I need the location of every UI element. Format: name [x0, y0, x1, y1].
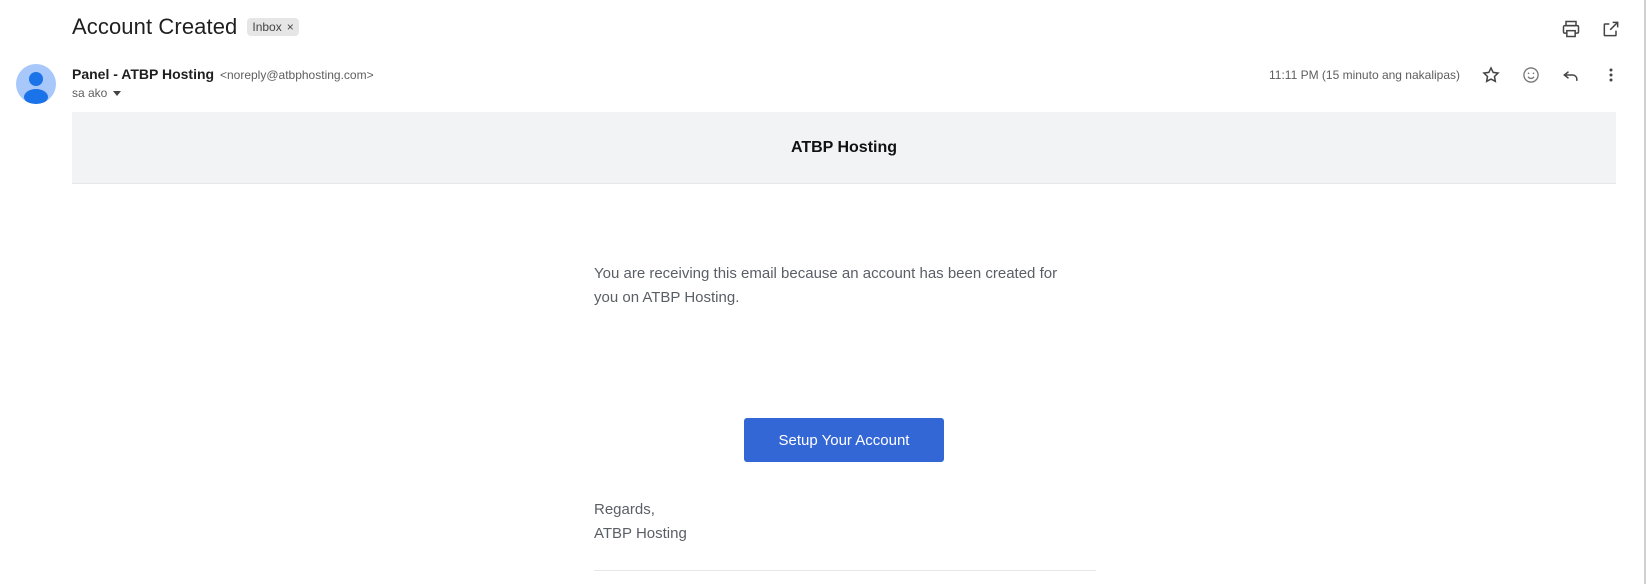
timestamp: 11:11 PM (15 minuto ang nakalipas): [1269, 68, 1460, 82]
footer-divider: [594, 570, 1096, 571]
subject-row: Account Created Inbox ×: [72, 14, 299, 40]
open-in-new-window-icon[interactable]: [1600, 18, 1622, 40]
email-subject: Account Created: [72, 14, 238, 39]
email-view: Account Created Inbox × Panel - ATBP Hos…: [0, 0, 1646, 584]
reply-icon[interactable]: [1560, 64, 1582, 86]
signature-text: ATBP Hosting: [594, 525, 687, 542]
recipient-text: sa ako: [72, 86, 108, 100]
banner-title: ATBP Hosting: [790, 138, 898, 156]
email-body-text: You are receiving this email because an …: [594, 265, 1058, 306]
sender-name[interactable]: Panel - ATBP Hosting: [72, 66, 214, 82]
message-meta: 11:11 PM (15 minuto ang nakalipas): [1269, 64, 1622, 86]
remove-label-icon[interactable]: ×: [287, 20, 294, 34]
sender-block: Panel - ATBP Hosting <noreply@atbphostin…: [72, 66, 374, 100]
regards-block: Regards, ATBP Hosting: [594, 498, 687, 546]
more-vert-icon[interactable]: [1600, 64, 1622, 86]
email-banner: ATBP Hosting: [72, 112, 1616, 184]
sender-avatar[interactable]: [16, 64, 56, 104]
label-chip-text: Inbox: [252, 20, 282, 34]
show-details-caret-icon[interactable]: [113, 90, 122, 96]
setup-account-button[interactable]: Setup Your Account: [744, 418, 944, 462]
emoji-icon[interactable]: [1520, 64, 1542, 86]
recipient-line: sa ako: [72, 86, 374, 100]
regards-text: Regards,: [594, 501, 655, 518]
sender-line: Panel - ATBP Hosting <noreply@atbphostin…: [72, 66, 374, 82]
print-icon[interactable]: [1560, 18, 1582, 40]
top-actions: [1560, 18, 1622, 40]
inbox-label-chip[interactable]: Inbox ×: [247, 18, 299, 36]
scrollbar[interactable]: [1638, 0, 1646, 584]
star-icon[interactable]: [1480, 64, 1502, 86]
sender-email: <noreply@atbphosting.com>: [219, 68, 374, 82]
